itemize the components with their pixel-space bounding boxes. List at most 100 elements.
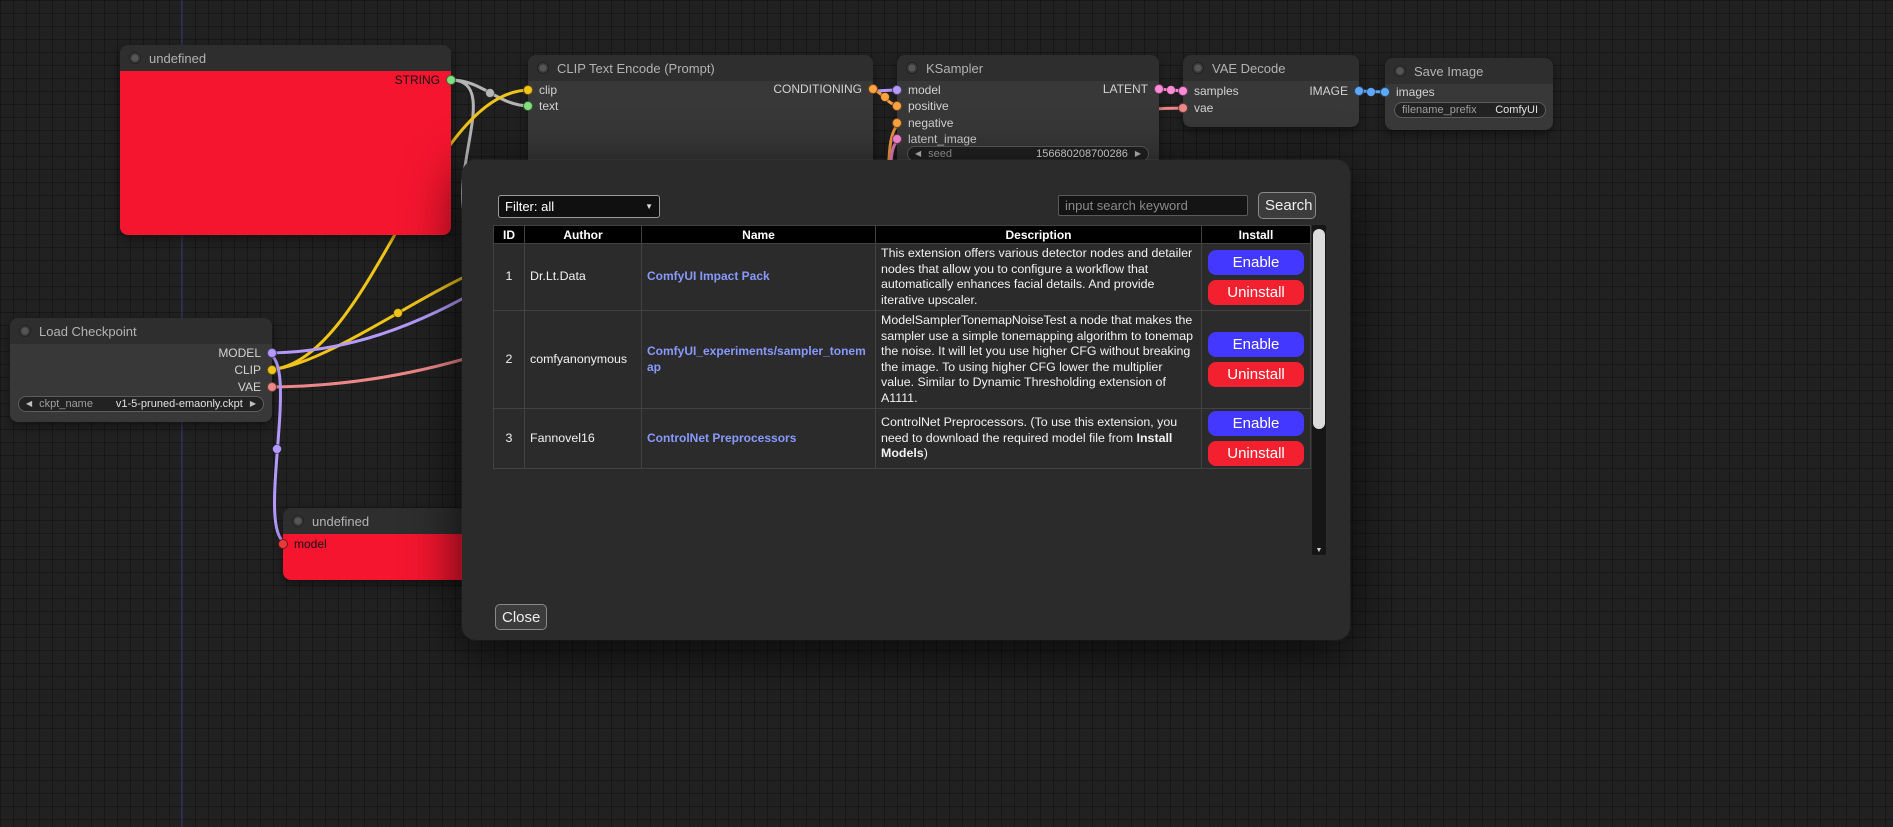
enable-button[interactable]: Enable — [1208, 332, 1304, 357]
scrollbar-down-arrow-icon[interactable]: ▼ — [1312, 547, 1326, 554]
collapse-dot[interactable] — [292, 515, 304, 527]
cell-id: 2 — [494, 311, 525, 409]
collapse-dot[interactable] — [19, 325, 31, 337]
collapse-dot[interactable] — [906, 62, 918, 74]
node-title: Save Image — [1414, 64, 1483, 79]
link-dot-latent — [1167, 86, 1176, 95]
ckpt-name-widget[interactable]: ◀ ckpt_name v1-5-pruned-emaonly.ckpt ▶ — [18, 396, 264, 412]
widget-left-arrow-icon[interactable]: ◀ — [26, 400, 32, 408]
input-port-images[interactable] — [1380, 87, 1390, 97]
filename-prefix-widget[interactable]: filename_prefix ComfyUI — [1394, 102, 1546, 118]
node-title-bar[interactable]: VAE Decode — [1183, 55, 1359, 81]
enable-button[interactable]: Enable — [1208, 411, 1304, 436]
header-install: Install — [1202, 226, 1311, 244]
collapse-dot[interactable] — [1192, 62, 1204, 74]
input-port-negative[interactable] — [892, 118, 902, 128]
link-dot-conditioning — [881, 93, 890, 102]
output-label: CLIP — [234, 363, 261, 377]
output-label: CONDITIONING — [773, 82, 862, 96]
input-port-model[interactable] — [892, 85, 902, 95]
output-port-conditioning[interactable] — [868, 84, 878, 94]
output-label: MODEL — [218, 346, 261, 360]
cell-id: 3 — [494, 409, 525, 469]
input-label: vae — [1194, 101, 1213, 115]
input-label: model — [908, 83, 941, 97]
node-title: undefined — [149, 51, 206, 66]
cell-author: Fannovel16 — [525, 409, 642, 469]
node-title-bar[interactable]: CLIP Text Encode (Prompt) — [528, 55, 873, 81]
output-port-string[interactable] — [446, 75, 456, 85]
extension-link[interactable]: ComfyUI_experiments/sampler_tonemap — [647, 344, 866, 374]
node-title-bar[interactable]: Load Checkpoint — [10, 318, 272, 344]
description-tail: ) — [924, 446, 928, 460]
scrollbar-thumb[interactable] — [1313, 229, 1325, 429]
node-vae-decode[interactable]: VAE Decode samples vae IMAGE — [1183, 55, 1359, 127]
cell-id: 1 — [494, 244, 525, 311]
table-row: 2 comfyanonymous ComfyUI_experiments/sam… — [494, 311, 1311, 409]
header-name: Name — [642, 226, 876, 244]
widget-right-arrow-icon[interactable]: ▶ — [250, 400, 256, 408]
node-title-bar[interactable]: Save Image — [1385, 58, 1553, 84]
table-header-row: ID Author Name Description Install — [494, 226, 1311, 244]
description-text: This extension offers various detector n… — [881, 246, 1192, 307]
extension-link[interactable]: ControlNet Preprocessors — [647, 431, 796, 445]
enable-button[interactable]: Enable — [1208, 250, 1304, 275]
node-title: KSampler — [926, 61, 983, 76]
output-port-latent[interactable] — [1154, 84, 1164, 94]
widget-value: 156680208700286 — [1036, 148, 1128, 160]
cell-install: Enable Uninstall — [1202, 311, 1311, 409]
output-port-image[interactable] — [1354, 86, 1364, 96]
input-port-samples[interactable] — [1178, 86, 1188, 96]
input-port-text[interactable] — [523, 101, 533, 111]
table-scrollbar[interactable]: ▼ — [1312, 225, 1326, 555]
description-text: ControlNet Preprocessors. (To use this e… — [881, 415, 1177, 445]
uninstall-button[interactable]: Uninstall — [1208, 441, 1304, 466]
cell-description: This extension offers various detector n… — [876, 244, 1202, 311]
input-port-latent-image[interactable] — [892, 134, 902, 144]
output-label: LATENT — [1103, 82, 1148, 96]
node-title-bar[interactable]: KSampler — [897, 55, 1159, 81]
widget-value: ComfyUI — [1495, 104, 1538, 116]
node-title-bar[interactable]: undefined — [120, 45, 451, 71]
table-row: 3 Fannovel16 ControlNet Preprocessors Co… — [494, 409, 1311, 469]
input-port-vae[interactable] — [1178, 103, 1188, 113]
cell-install: Enable Uninstall — [1202, 409, 1311, 469]
filter-select[interactable]: Filter: all — [498, 195, 660, 218]
node-canvas[interactable]: undefined STRING CLIP Text Encode (Promp… — [0, 0, 1893, 827]
extensions-table: ID Author Name Description Install 1 Dr.… — [493, 225, 1311, 469]
link-dot-model — [273, 445, 282, 454]
input-label: negative — [908, 116, 953, 130]
output-port-vae[interactable] — [267, 382, 277, 392]
widget-right-arrow-icon[interactable]: ▶ — [1135, 150, 1141, 158]
header-description: Description — [876, 226, 1202, 244]
filter-select-wrap: Filter: all ▼ — [498, 195, 660, 218]
uninstall-button[interactable]: Uninstall — [1208, 362, 1304, 387]
input-port-clip[interactable] — [523, 85, 533, 95]
cell-description: ModelSamplerTonemapNoiseTest a node that… — [876, 311, 1202, 409]
header-author: Author — [525, 226, 642, 244]
link-dot-image — [1367, 88, 1376, 97]
collapse-dot[interactable] — [129, 52, 141, 64]
collapse-dot[interactable] — [1394, 65, 1406, 77]
search-button[interactable]: Search — [1258, 192, 1316, 219]
link-dot-clip — [394, 309, 403, 318]
widget-label: filename_prefix — [1402, 104, 1477, 116]
collapse-dot[interactable] — [537, 62, 549, 74]
output-label: VAE — [238, 380, 261, 394]
node-save-image[interactable]: Save Image images filename_prefix ComfyU… — [1385, 58, 1553, 130]
output-port-clip[interactable] — [267, 365, 277, 375]
output-port-model[interactable] — [267, 348, 277, 358]
extension-link[interactable]: ComfyUI Impact Pack — [647, 269, 770, 283]
input-port-positive[interactable] — [892, 101, 902, 111]
input-label: samples — [1194, 84, 1239, 98]
input-port-model[interactable] — [278, 539, 288, 549]
node-title: VAE Decode — [1212, 61, 1285, 76]
close-button[interactable]: Close — [495, 604, 547, 630]
cell-author: comfyanonymous — [525, 311, 642, 409]
widget-left-arrow-icon[interactable]: ◀ — [915, 150, 921, 158]
node-undefined-top[interactable]: undefined STRING — [120, 45, 451, 235]
node-title: undefined — [312, 514, 369, 529]
search-input[interactable] — [1058, 195, 1248, 216]
uninstall-button[interactable]: Uninstall — [1208, 280, 1304, 305]
node-load-checkpoint[interactable]: Load Checkpoint MODEL CLIP VAE ◀ ckpt_na… — [10, 318, 272, 422]
